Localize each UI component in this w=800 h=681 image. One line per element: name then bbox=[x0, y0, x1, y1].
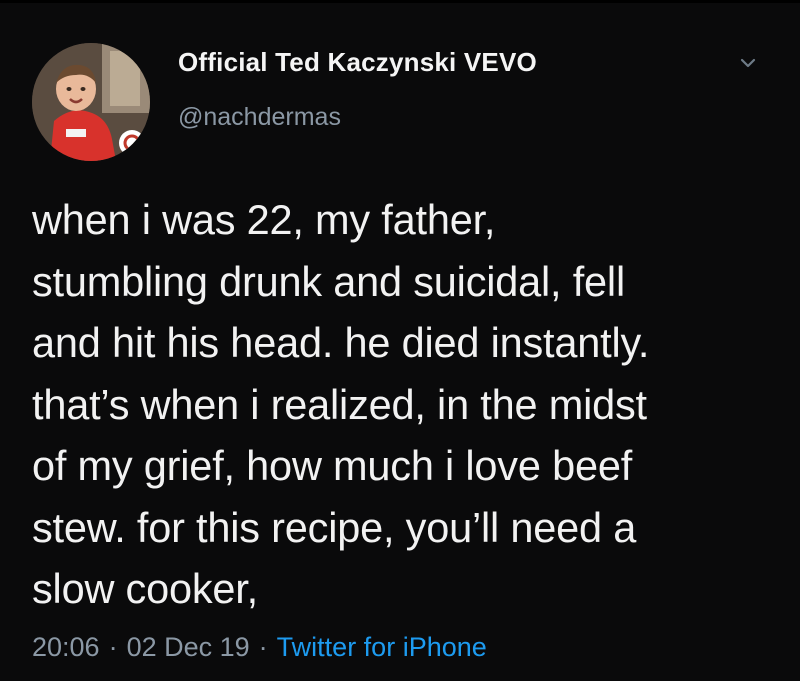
separator: · bbox=[108, 632, 118, 662]
tweet-card: Official Ted Kaczynski VEVO @nachdermas … bbox=[0, 0, 800, 681]
tweet-body: when i was 22, my father, stumbling drun… bbox=[32, 196, 650, 612]
tweet-metadata: 20:06 · 02 Dec 19 · Twitter for iPhone bbox=[32, 632, 487, 663]
tweet-date[interactable]: 02 Dec 19 bbox=[127, 632, 250, 662]
tweet-source-link[interactable]: Twitter for iPhone bbox=[277, 632, 487, 662]
chevron-down-icon[interactable] bbox=[734, 49, 762, 77]
tweet-time[interactable]: 20:06 bbox=[32, 632, 100, 662]
separator: · bbox=[258, 632, 268, 662]
avatar[interactable] bbox=[32, 43, 150, 161]
user-handle[interactable]: @nachdermas bbox=[178, 103, 341, 132]
display-name[interactable]: Official Ted Kaczynski VEVO bbox=[178, 47, 537, 78]
avatar-image bbox=[32, 43, 150, 161]
